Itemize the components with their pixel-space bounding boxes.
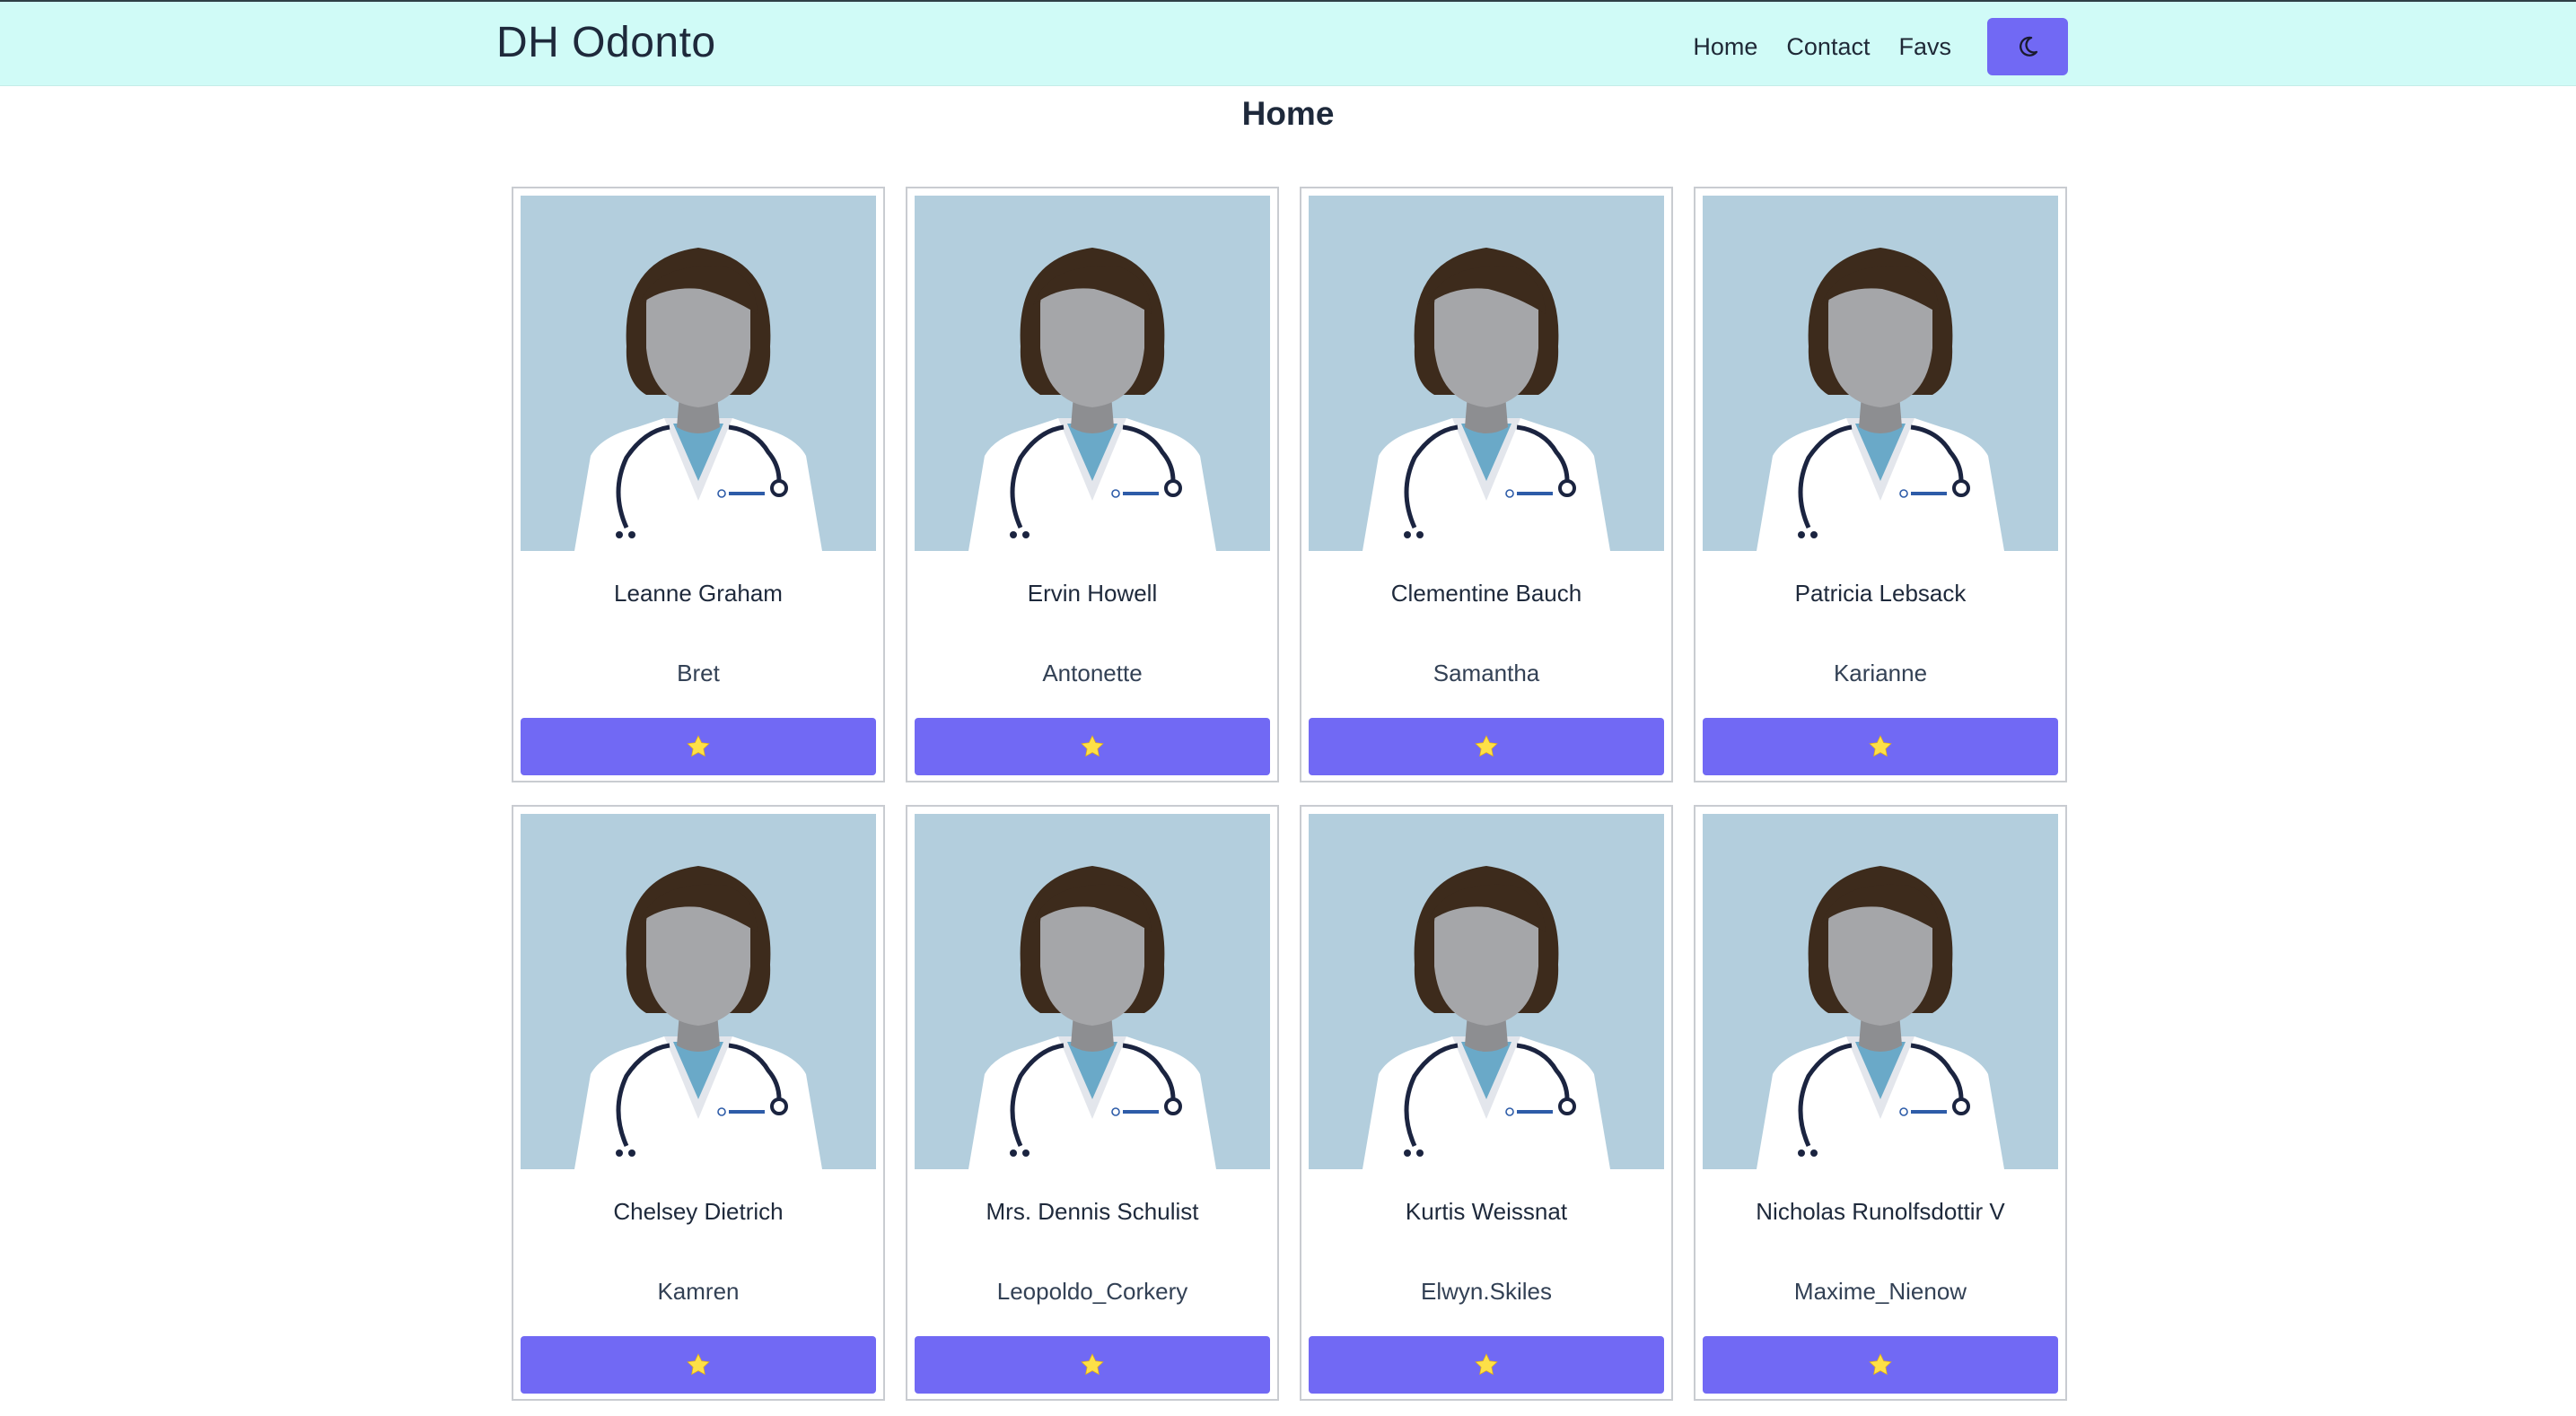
star-icon	[1869, 1353, 1892, 1376]
favorite-button[interactable]	[1309, 718, 1664, 775]
dentist-card[interactable]: Kurtis Weissnat Elwyn.Skiles	[1300, 805, 1673, 1401]
page-title: Home	[1241, 95, 1335, 132]
star-icon	[687, 1353, 710, 1376]
dentist-card[interactable]: Ervin Howell Antonette	[906, 187, 1279, 782]
favorite-button[interactable]	[1703, 718, 2058, 775]
dentist-card[interactable]: Mrs. Dennis Schulist Leopoldo_Corkery	[906, 805, 1279, 1401]
dentist-username: Elwyn.Skiles	[1421, 1278, 1552, 1305]
nav-link-favs[interactable]: Favs	[1898, 33, 1951, 61]
dentist-name: Clementine Bauch	[1390, 580, 1582, 607]
brand-logo[interactable]: DH Odonto	[496, 18, 716, 67]
doctor-avatar	[915, 196, 1270, 551]
theme-toggle-button[interactable]	[1987, 18, 2068, 75]
dentist-card-grid: Leanne Graham Bret Ervin Howell Antonett…	[512, 187, 2068, 1401]
doctor-avatar	[521, 196, 876, 551]
star-icon	[1475, 1353, 1498, 1376]
doctor-avatar	[521, 814, 876, 1169]
doctor-avatar	[915, 814, 1270, 1169]
dentist-username: Karianne	[1833, 660, 1928, 686]
favorite-button[interactable]	[915, 1336, 1270, 1394]
dentist-name: Leanne Graham	[614, 580, 783, 607]
favorite-button[interactable]	[521, 718, 876, 775]
dentist-name: Kurtis Weissnat	[1405, 1198, 1568, 1225]
dentist-card[interactable]: Chelsey Dietrich Kamren	[512, 805, 885, 1401]
dentist-username: Kamren	[657, 1278, 740, 1305]
dentist-name: Ervin Howell	[1027, 580, 1158, 607]
dentist-username: Maxime_Nienow	[1793, 1278, 1967, 1305]
doctor-avatar	[1309, 196, 1664, 551]
dentist-username: Bret	[677, 660, 720, 686]
navbar: DH Odonto Home Contact Favs	[0, 0, 2576, 86]
dentist-card[interactable]: Clementine Bauch Samantha	[1300, 187, 1673, 782]
favorite-button[interactable]	[1309, 1336, 1664, 1394]
favorite-button[interactable]	[1703, 1336, 2058, 1394]
nav-link-home[interactable]: Home	[1693, 33, 1757, 61]
star-icon	[1081, 1353, 1104, 1376]
dentist-username: Leopoldo_Corkery	[996, 1278, 1188, 1305]
dentist-name: Chelsey Dietrich	[613, 1198, 784, 1225]
moon-icon	[2020, 36, 2038, 57]
star-icon	[687, 735, 710, 757]
doctor-avatar	[1703, 196, 2058, 551]
favorite-button[interactable]	[521, 1336, 876, 1394]
doctor-avatar	[1309, 814, 1664, 1169]
dentist-card[interactable]: Nicholas Runolfsdottir V Maxime_Nienow	[1694, 805, 2067, 1401]
star-icon	[1475, 735, 1498, 757]
nav-links: Home Contact Favs	[1693, 18, 2068, 75]
star-icon	[1869, 735, 1892, 757]
dentist-name: Mrs. Dennis Schulist	[986, 1198, 1199, 1225]
dentist-card[interactable]: Leanne Graham Bret	[512, 187, 885, 782]
dentist-card[interactable]: Patricia Lebsack Karianne	[1694, 187, 2067, 782]
dentist-name: Nicholas Runolfsdottir V	[1756, 1198, 2005, 1225]
dentist-username: Samantha	[1433, 660, 1540, 686]
star-icon	[1081, 735, 1104, 757]
doctor-avatar	[1703, 814, 2058, 1169]
dentist-username: Antonette	[1042, 660, 1143, 686]
dentist-name: Patricia Lebsack	[1794, 580, 1967, 607]
favorite-button[interactable]	[915, 718, 1270, 775]
nav-link-contact[interactable]: Contact	[1786, 33, 1870, 61]
